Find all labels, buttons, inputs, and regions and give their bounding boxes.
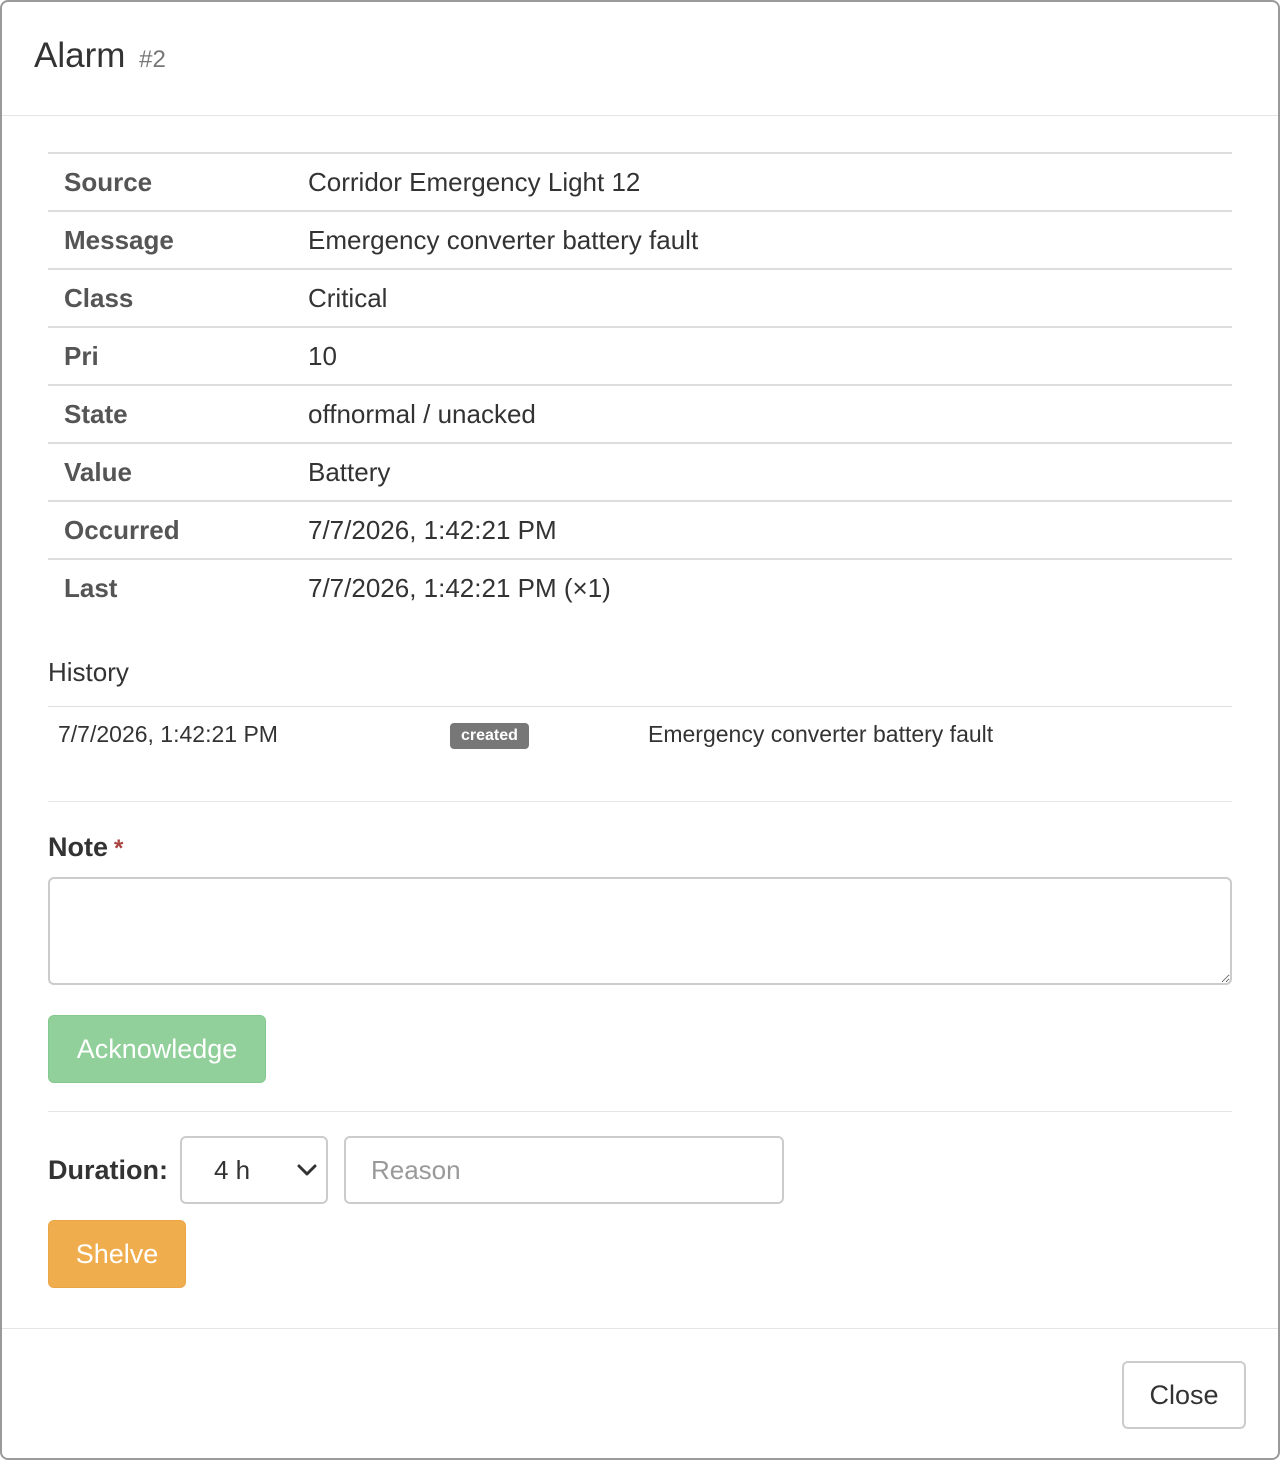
history-heading: History — [48, 657, 129, 687]
history-message: Emergency converter battery fault — [648, 721, 994, 747]
detail-key: Source — [48, 153, 308, 212]
note-label: Note * — [48, 832, 1232, 863]
detail-row-state: State offnormal / unacked — [48, 385, 1232, 444]
detail-row-source: Source Corridor Emergency Light 12 — [48, 153, 1232, 212]
acknowledge-button[interactable]: Acknowledge — [48, 1015, 266, 1083]
detail-value: 10 — [308, 327, 1232, 386]
detail-row-value: Value Battery — [48, 443, 1232, 502]
detail-value: Emergency converter battery fault — [308, 211, 1232, 270]
detail-key: Occurred — [48, 501, 308, 560]
duration-select[interactable]: 4 h — [179, 1136, 328, 1204]
detail-value: 7/7/2026, 1:42:21 PM (×1) — [308, 573, 611, 603]
detail-row-last: Last 7/7/2026, 1:42:21 PM (×1) — [48, 559, 1232, 617]
detail-row-message: Message Emergency converter battery faul… — [48, 211, 1232, 270]
detail-value: Critical — [308, 269, 1232, 328]
history-time: 7/7/2026, 1:42:21 PM — [58, 721, 278, 747]
modal-title: Alarm #2 — [34, 36, 1246, 76]
reason-input[interactable] — [343, 1136, 784, 1204]
detail-key: Last — [64, 573, 118, 603]
note-label-text: Note — [48, 832, 108, 862]
modal-header: Alarm #2 — [2, 2, 1278, 116]
detail-row-class: Class Critical — [48, 269, 1232, 328]
modal-title-text: Alarm — [34, 36, 126, 75]
detail-key: Message — [48, 211, 308, 270]
shelve-controls: Duration: 4 h — [48, 1136, 1232, 1204]
modal-footer: Close — [2, 1328, 1278, 1458]
detail-row-pri: Pri 10 — [48, 327, 1232, 386]
history-list: 7/7/2026, 1:42:21 PM created Emergency c… — [48, 706, 1232, 802]
detail-value: 7/7/2026, 1:42:21 PM — [308, 501, 1232, 560]
status-badge: created — [450, 723, 529, 749]
divider — [48, 1111, 1232, 1112]
modal-body: Source Corridor Emergency Light 12 Messa… — [2, 116, 1278, 1288]
detail-value: Battery — [308, 443, 1232, 502]
shelve-button[interactable]: Shelve — [48, 1220, 186, 1288]
chevron-down-icon — [296, 1163, 318, 1177]
alarm-id: #2 — [139, 46, 166, 73]
detail-key: Pri — [48, 327, 308, 386]
detail-key: State — [48, 385, 308, 444]
detail-value: Corridor Emergency Light 12 — [308, 153, 1232, 212]
alarm-modal: Alarm #2 Source Corridor Emergency Light… — [0, 0, 1280, 1460]
alarm-details-table: Source Corridor Emergency Light 12 Messa… — [48, 152, 1232, 617]
detail-key: Class — [48, 269, 308, 328]
detail-row-occurred: Occurred 7/7/2026, 1:42:21 PM — [48, 501, 1232, 560]
detail-key: Value — [48, 443, 308, 502]
duration-selected-value: 4 h — [213, 1154, 251, 1185]
required-marker: * — [114, 835, 124, 862]
note-textarea[interactable] — [48, 877, 1232, 985]
close-button[interactable]: Close — [1122, 1361, 1246, 1429]
detail-value: offnormal / unacked — [308, 385, 1232, 444]
duration-label: Duration: — [48, 1154, 168, 1185]
